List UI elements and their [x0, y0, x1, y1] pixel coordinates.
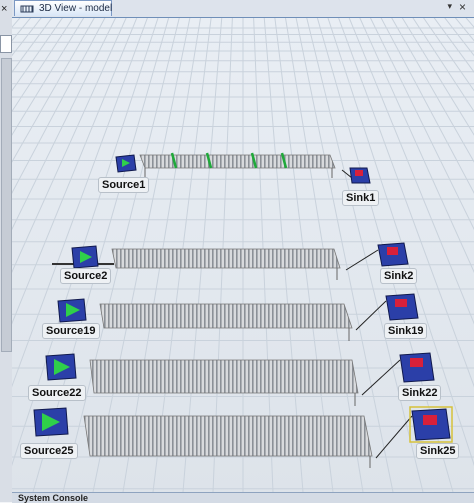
- 3d-scene[interactable]: [12, 18, 474, 492]
- close-icon[interactable]: ×: [1, 3, 7, 15]
- close-icon[interactable]: ×: [459, 0, 466, 14]
- source22-object[interactable]: [46, 354, 76, 380]
- sink2-label[interactable]: Sink2: [380, 268, 417, 284]
- tab-label: 3D View - model: [39, 3, 112, 14]
- conveyor-22[interactable]: [90, 360, 358, 406]
- document-tab-strip: 3D View - model ▾ ×: [12, 0, 474, 18]
- source1-object[interactable]: [116, 155, 136, 172]
- sink19-object[interactable]: [386, 294, 418, 320]
- sink1-label[interactable]: Sink1: [342, 190, 379, 206]
- conveyor-1[interactable]: [140, 153, 335, 178]
- system-console-panel[interactable]: System Console: [12, 492, 474, 503]
- 3d-view-icon: [20, 4, 34, 14]
- source2-label[interactable]: Source2: [60, 268, 111, 284]
- source25-label[interactable]: Source25: [20, 443, 78, 459]
- left-panel-field[interactable]: [0, 35, 12, 53]
- tab-3d-view[interactable]: 3D View - model: [14, 0, 112, 16]
- sink2-object[interactable]: [378, 243, 408, 266]
- sink22-label[interactable]: Sink22: [398, 385, 441, 401]
- source1-label[interactable]: Source1: [98, 177, 149, 193]
- sink25-label[interactable]: Sink25: [416, 443, 459, 459]
- source2-object[interactable]: [72, 246, 98, 268]
- source19-object[interactable]: [58, 299, 86, 322]
- sink22-object[interactable]: [400, 353, 434, 382]
- sink1-object[interactable]: [350, 168, 370, 183]
- source25-object[interactable]: [34, 408, 68, 436]
- sink25-object[interactable]: [410, 407, 452, 442]
- left-panel-scrollbar[interactable]: [1, 58, 12, 352]
- sink19-label[interactable]: Sink19: [384, 323, 427, 339]
- source22-label[interactable]: Source22: [28, 385, 86, 401]
- 3d-viewport[interactable]: Source1 Sink1 Source2 Sink2 Source19 Sin…: [12, 18, 474, 492]
- source19-label[interactable]: Source19: [42, 323, 100, 339]
- dropdown-arrow-icon[interactable]: ▾: [447, 1, 452, 12]
